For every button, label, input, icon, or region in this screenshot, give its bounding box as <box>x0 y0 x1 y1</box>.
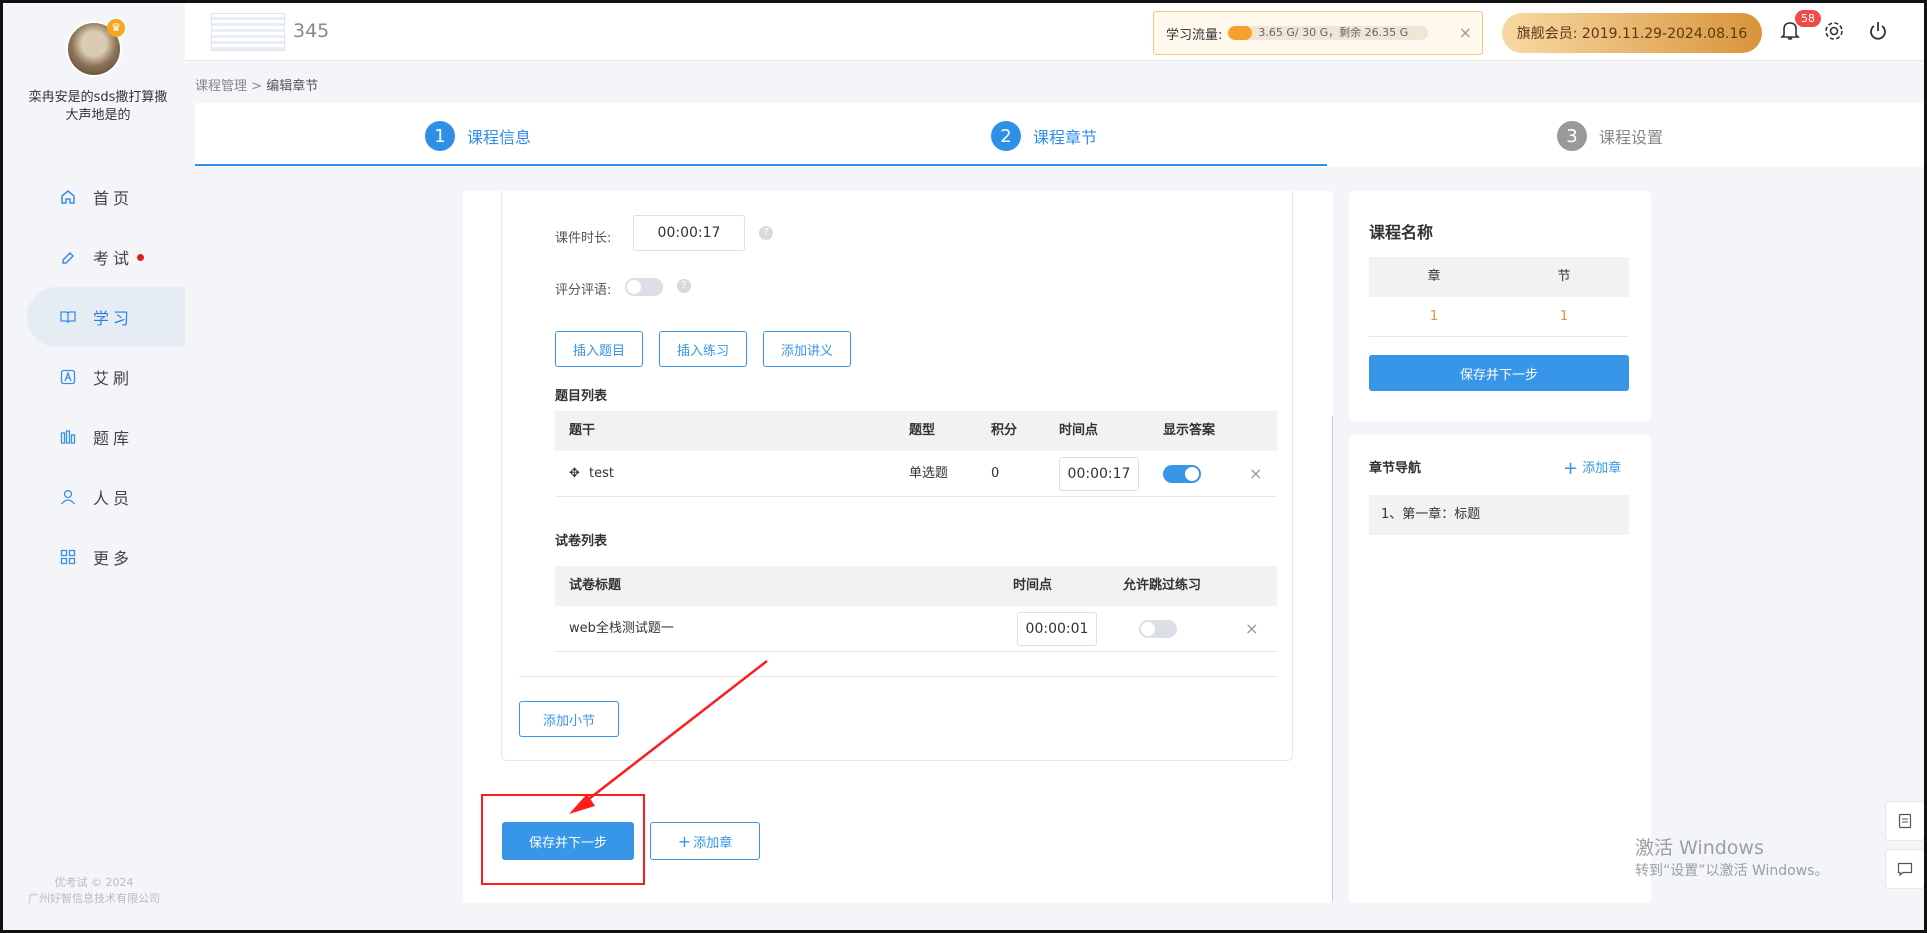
annotation-arrow <box>569 660 768 814</box>
app-window: ♛ 栾冉安是的sds撒打算撒大声地是的 首页 考试 学习 艾刷 题库 人员 更多… <box>0 0 1927 933</box>
